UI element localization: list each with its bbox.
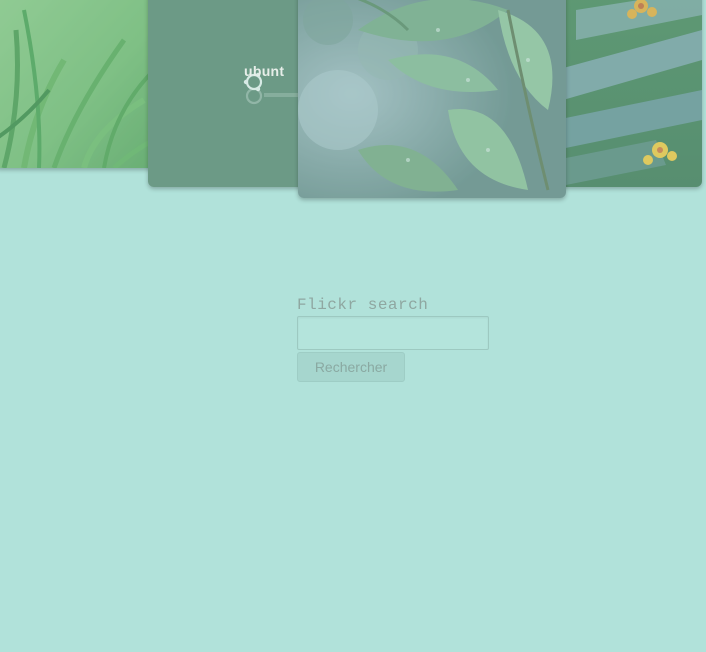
grass-photo-image	[0, 0, 154, 168]
search-input[interactable]	[297, 316, 489, 350]
gallery-photo-leaves[interactable]	[298, 0, 566, 198]
leaves-photo-image	[298, 0, 566, 198]
gallery-photo-ubuntu[interactable]: ubunt	[148, 0, 308, 187]
ubuntu-wordmark: ubunt	[244, 63, 285, 79]
search-label: Flickr search	[297, 296, 429, 314]
gallery-photo-flowers[interactable]	[556, 0, 702, 187]
flowers-photo-image	[556, 0, 702, 187]
gallery-photo-grass[interactable]	[0, 0, 154, 168]
search-button[interactable]: Rechercher	[297, 352, 405, 382]
photo-gallery: ubunt	[0, 0, 706, 200]
flickr-search-form: Flickr search Rechercher	[297, 296, 497, 382]
ubuntu-photo-image	[148, 0, 308, 187]
